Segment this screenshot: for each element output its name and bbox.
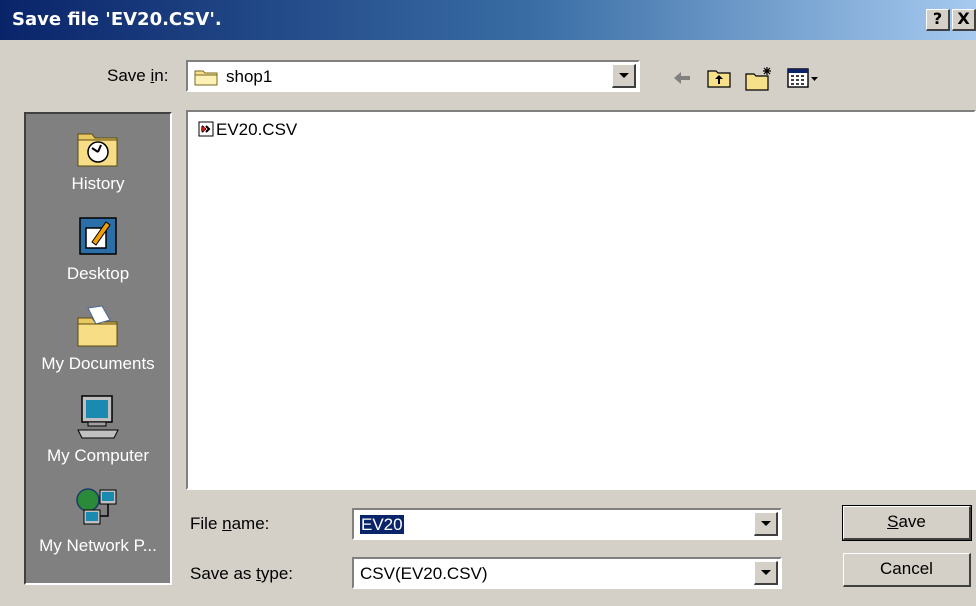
folder-icon xyxy=(194,70,218,86)
place-desktop[interactable]: Desktop xyxy=(26,212,170,284)
file-name-combo[interactable]: EV20 xyxy=(352,508,782,540)
save-in-combo[interactable]: shop1 xyxy=(186,60,640,92)
chevron-down-icon[interactable] xyxy=(612,64,636,88)
file-name-input[interactable]: EV20 xyxy=(360,515,404,534)
back-icon[interactable] xyxy=(670,66,694,90)
help-button[interactable]: ? xyxy=(926,9,950,31)
my-computer-icon xyxy=(77,395,119,439)
up-folder-icon[interactable] xyxy=(706,66,732,90)
file-list[interactable]: EV20.CSV xyxy=(186,110,976,490)
csv-file-icon xyxy=(198,121,214,137)
my-documents-icon xyxy=(77,305,118,347)
places-bar: History Desktop My Documents My Computer xyxy=(24,112,172,585)
chevron-down-icon[interactable] xyxy=(754,561,778,585)
save-button[interactable]: Save xyxy=(842,505,972,541)
save-in-value: shop1 xyxy=(226,67,273,86)
place-network[interactable]: My Network P... xyxy=(26,484,170,556)
window-title: Save file 'EV20.CSV'. xyxy=(12,9,222,30)
cancel-button[interactable]: Cancel xyxy=(843,553,971,587)
place-my-computer[interactable]: My Computer xyxy=(26,394,170,466)
history-icon xyxy=(77,133,118,167)
save-as-type-combo[interactable]: CSV(EV20.CSV) xyxy=(352,557,782,589)
file-name: EV20.CSV xyxy=(216,120,298,139)
file-name-label: File name: xyxy=(190,514,270,533)
title-bar: Save file 'EV20.CSV'. ? X xyxy=(0,0,976,40)
save-as-type-value: CSV(EV20.CSV) xyxy=(360,564,488,583)
new-folder-icon[interactable] xyxy=(744,66,774,92)
chevron-down-icon[interactable] xyxy=(754,512,778,536)
list-item[interactable]: EV20.CSV xyxy=(198,120,297,140)
desktop-icon xyxy=(79,217,117,255)
close-button[interactable]: X xyxy=(952,9,976,31)
network-places-icon xyxy=(76,488,117,525)
save-in-label: Save in: xyxy=(107,66,169,85)
view-menu-icon[interactable] xyxy=(786,66,820,90)
place-history[interactable]: History xyxy=(26,122,170,194)
place-my-documents[interactable]: My Documents xyxy=(26,302,170,374)
save-as-type-label: Save as type: xyxy=(190,564,294,583)
